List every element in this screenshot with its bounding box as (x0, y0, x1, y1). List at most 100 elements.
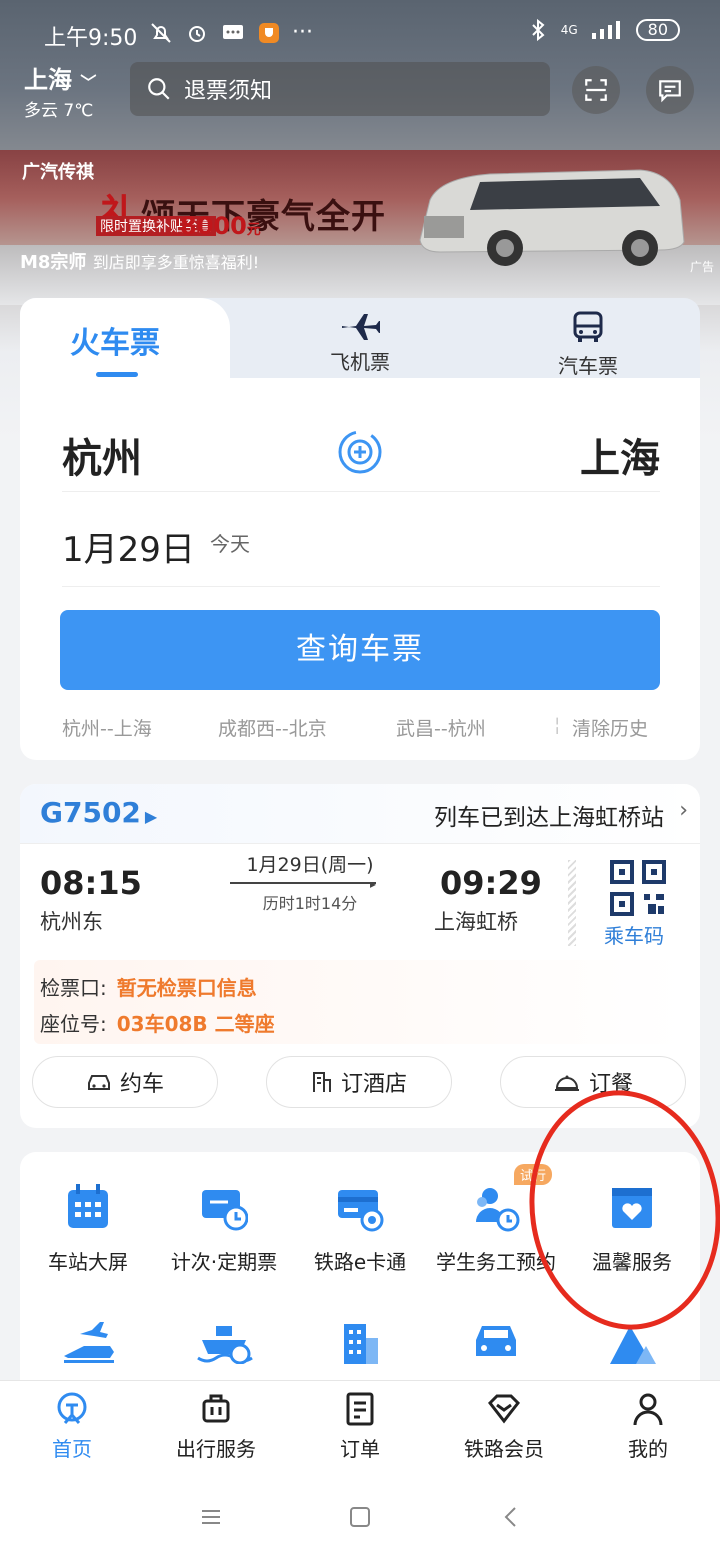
city-selector[interactable]: 上海 ﹀ (24, 60, 96, 95)
swap-stations-icon[interactable] (336, 428, 384, 476)
alarm-icon (189, 25, 205, 42)
book-car-label: 约车 (119, 1072, 164, 1097)
separator (568, 860, 576, 946)
search-icon (148, 78, 170, 100)
history-item[interactable]: 杭州--上海 (62, 714, 152, 741)
battery-indicator: 80 (635, 19, 680, 41)
bus-icon (573, 311, 603, 342)
from-station[interactable]: 杭州 (62, 426, 142, 484)
home-square-icon[interactable] (345, 1502, 375, 1532)
triangle-right-icon: ▶ (144, 807, 158, 826)
scan-button[interactable] (572, 66, 620, 114)
luggage-icon (202, 1394, 230, 1423)
seat-info: 座位号: 03车08B 二等座 (40, 1012, 275, 1036)
scan-icon (585, 79, 607, 101)
qr-code-icon[interactable] (610, 860, 666, 916)
departure-time: 08:15 (40, 864, 142, 902)
order-list-icon (346, 1392, 374, 1426)
service-building[interactable] (292, 1320, 428, 1364)
nav-label: 首页 (52, 1437, 92, 1461)
trip-duration: 历时1时14分 (262, 894, 358, 913)
service-label: 计次·定期票 (170, 1250, 278, 1274)
date-note: 今天 (210, 532, 250, 556)
ticket-info: 检票口: 暂无检票口信息 座位号: 03车08B 二等座 (34, 960, 686, 1044)
ship-icon (197, 1326, 253, 1364)
query-tickets-button[interactable]: 查询车票 (60, 610, 660, 690)
nav-home[interactable]: 首页 (0, 1391, 144, 1462)
service-label: 车站大屏 (48, 1250, 128, 1274)
search-placeholder: 退票须知 (184, 79, 273, 104)
message-icon (223, 24, 243, 39)
service-flight-train[interactable] (20, 1320, 156, 1364)
ticket-tabs: 火车票 飞机票 汽车票 (20, 298, 700, 380)
network-label: 4G (560, 23, 578, 37)
tab-bus[interactable]: 汽车票 (508, 310, 668, 379)
service-station-screen[interactable]: 车站大屏 (20, 1182, 156, 1275)
car-image (419, 169, 685, 266)
card-icon (338, 1190, 384, 1232)
more-notifications-icon: ··· (292, 20, 313, 45)
train-number: G7502 ▶ (40, 796, 158, 829)
service-taxi[interactable] (428, 1320, 564, 1364)
ticket-search-card: 火车票 飞机票 汽车票 杭州 上海 1月29日 今天 查询车票 杭州--上海 成… (20, 298, 700, 760)
airplane-icon (342, 314, 380, 340)
book-car-button[interactable]: 约车 (32, 1056, 218, 1108)
status-time: 上午9:50 (44, 26, 138, 51)
chevron-right-icon: › (679, 798, 688, 823)
clear-history-button[interactable]: 清除历史 (572, 714, 648, 741)
diamond-icon (488, 1394, 520, 1424)
tab-train[interactable]: 火车票 (20, 298, 230, 380)
tab-indicator (96, 372, 138, 377)
trip-header[interactable]: G7502 ▶ 列车已到达上海虹桥站 › (20, 784, 700, 844)
tab-plane-label: 飞机票 (330, 350, 390, 374)
weather: 多云 7℃ (24, 101, 94, 121)
to-station[interactable]: 上海 (580, 426, 660, 484)
ad-brand-logo: 广汽传祺 (22, 162, 94, 183)
calendar-icon (68, 1184, 108, 1228)
nav-railway-member[interactable]: 铁路会员 (432, 1391, 576, 1462)
nav-profile[interactable]: 我的 (576, 1391, 720, 1462)
car-icon (87, 1075, 110, 1090)
taxi-icon (476, 1326, 516, 1356)
history-separator: ¦ (554, 714, 561, 736)
gate-info: 检票口: 暂无检票口信息 (40, 976, 257, 1000)
train-status: 列车已到达上海虹桥站 (434, 805, 664, 831)
divider (62, 491, 660, 492)
nav-travel-services[interactable]: 出行服务 (144, 1391, 288, 1462)
service-railway-ecard[interactable]: 铁路e卡通 (292, 1182, 428, 1275)
book-hotel-label: 订酒店 (340, 1072, 407, 1097)
meal-cloche-icon (554, 1075, 579, 1091)
system-navigation-bar (0, 1476, 720, 1560)
status-bar: 上午9:50 ··· 4G 80 (0, 0, 720, 64)
arrival-time: 09:29 (440, 864, 542, 902)
nav-label: 我的 (628, 1437, 668, 1461)
menu-icon[interactable] (196, 1502, 226, 1532)
book-hotel-button[interactable]: 订酒店 (266, 1056, 452, 1108)
mute-icon (151, 22, 171, 43)
travel-date[interactable]: 1月29日 (62, 522, 195, 571)
tab-plane[interactable]: 飞机票 (280, 310, 440, 375)
service-period-ticket[interactable]: 计次·定期票 (156, 1182, 292, 1275)
nav-label: 铁路会员 (464, 1437, 544, 1461)
trip-date: 1月29日(周一) (246, 854, 374, 876)
history-item[interactable]: 成都西--北京 (218, 714, 327, 741)
ad-model: M8宗师 到店即享多重惊喜福利! (20, 252, 260, 273)
ticket-clock-icon (202, 1190, 248, 1231)
nav-orders[interactable]: 订单 (288, 1391, 432, 1462)
upcoming-trip-card[interactable]: G7502 ▶ 列车已到达上海虹桥站 › 08:15 杭州东 1月29日(周一) … (20, 784, 700, 1128)
tab-bus-label: 汽车票 (558, 354, 618, 378)
railway-logo-icon (57, 1392, 87, 1424)
departure-station: 杭州东 (40, 910, 103, 934)
tab-train-label: 火车票 (70, 326, 160, 361)
messages-button[interactable] (646, 66, 694, 114)
back-icon[interactable] (496, 1502, 526, 1532)
history-item[interactable]: 武昌--杭州 (396, 714, 486, 741)
service-ship[interactable] (156, 1320, 292, 1364)
boarding-code-label[interactable]: 乘车码 (604, 920, 664, 949)
chevron-down-icon: ﹀ (80, 73, 97, 92)
search-bar[interactable]: 退票须知 (130, 62, 550, 116)
people-clock-icon (476, 1188, 520, 1232)
ad-tag: 广告 (689, 260, 714, 274)
building-icon (344, 1324, 378, 1364)
ticket-form: 杭州 上海 1月29日 今天 查询车票 杭州--上海 成都西--北京 武昌--杭… (20, 378, 700, 760)
